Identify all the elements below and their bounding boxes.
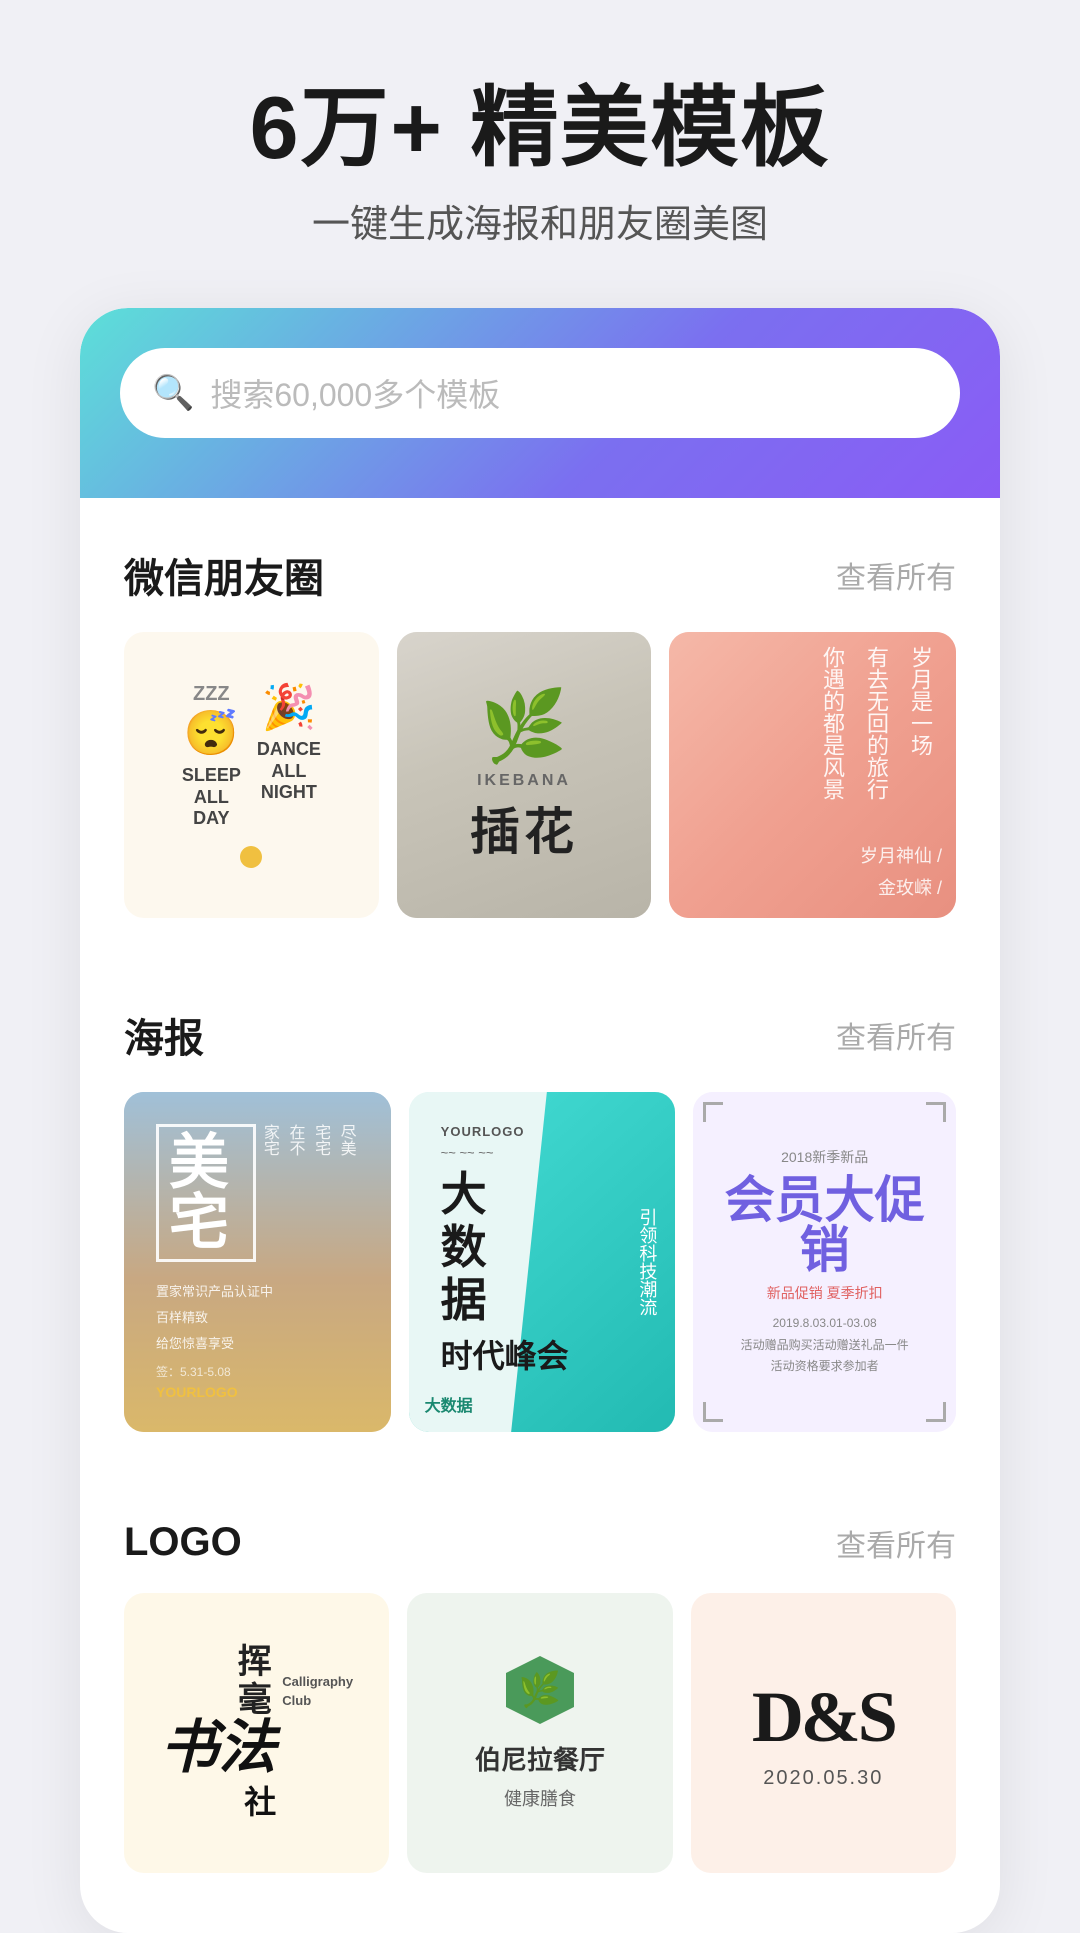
poster-view-all[interactable]: 查看所有 bbox=[836, 1013, 956, 1057]
wechat-card-ikebana[interactable]: 🌿 IKEBANA 插花 bbox=[397, 632, 652, 919]
restaurant-hex-logo: 🌿 bbox=[506, 1656, 574, 1724]
bigdata-top-text: ~~ ~~ ~~ bbox=[441, 1145, 644, 1160]
wechat-title: 微信朋友圈 bbox=[124, 546, 324, 604]
poetry-author: 岁月神仙 /金玫嵘 / bbox=[683, 840, 942, 905]
restaurant-leaf-emoji: 🌿 bbox=[519, 1670, 561, 1710]
ikebana-plant-emoji: 🌿 bbox=[480, 686, 567, 768]
meizhai-bottom-text: 置家常识产品认证中 百样精致 给您惊喜享受 bbox=[156, 1279, 359, 1357]
ikebana-zh-label: 插花 bbox=[470, 792, 578, 864]
logo-section: LOGO 查看所有 挥毫 书法 社 CalligraphyClub bbox=[80, 1472, 1000, 1893]
logo-section-header: LOGO 查看所有 bbox=[124, 1520, 956, 1565]
zzz-text: zzz bbox=[193, 682, 230, 706]
poster-card-meizhai[interactable]: 美宅 尽美宅宅在不家宅 置家常识产品认证中 百样精致 给您惊喜享受 签：5.31… bbox=[124, 1092, 391, 1432]
logo-title: LOGO bbox=[124, 1520, 242, 1565]
promotion-dates: 2019.8.03.01-03.08 活动赠品购买活动赠送礼品一件 活动资格要求… bbox=[741, 1313, 909, 1378]
ds-main-text: D&S bbox=[752, 1676, 895, 1759]
header-section: 6万+ 精美模板 一键生成海报和朋友圈美图 bbox=[250, 80, 831, 248]
calligraphy-stroke: 挥毫 bbox=[227, 1643, 276, 1719]
promotion-main: 会员大促销 bbox=[721, 1175, 928, 1275]
promotion-sub: 新品促销 夏季折扣 bbox=[767, 1283, 883, 1303]
headline: 6万+ 精美模板 bbox=[250, 80, 831, 177]
poetry-lines: 岁月是一场有去无回的旅行你遇的都是风景 bbox=[683, 646, 942, 840]
bigdata-main-title: 大数据 bbox=[441, 1168, 644, 1327]
sleep-col: zzz 😴 SLEEPALLDAY bbox=[182, 682, 241, 830]
meizhai-logo: YOURLOGO bbox=[156, 1384, 359, 1400]
poster-card-promotion[interactable]: 2018新季新品 会员大促销 新品促销 夏季折扣 2019.8.03.01-03… bbox=[693, 1092, 956, 1432]
sleep-emoji: 😴 bbox=[184, 708, 239, 761]
wechat-section: 微信朋友圈 查看所有 zzz 😴 SLEEPALLDAY 🎉 DANCEA bbox=[80, 498, 1000, 939]
dance-label: DANCEALLNIGHT bbox=[257, 739, 321, 804]
ikebana-photo-bg: 🌿 IKEBANA 插花 bbox=[397, 632, 652, 919]
promotion-year: 2018新季新品 bbox=[781, 1147, 868, 1167]
ikebana-en-label: IKEBANA bbox=[477, 772, 571, 790]
poster-template-grid: 美宅 尽美宅宅在不家宅 置家常识产品认证中 百样精致 给您惊喜享受 签：5.31… bbox=[124, 1092, 956, 1432]
poster-card-bigdata[interactable]: YOURLOGO ~~ ~~ ~~ 大数据 时代峰会 引领科技潮流 大数据 bbox=[409, 1092, 676, 1432]
logo-card-restaurant[interactable]: 🌿 伯尼拉餐厅 健康膳食 bbox=[407, 1593, 672, 1873]
poster-section-header: 海报 查看所有 bbox=[124, 1006, 956, 1064]
dance-emoji: 🎉 bbox=[261, 682, 316, 735]
wechat-card-sleep-dance[interactable]: zzz 😴 SLEEPALLDAY 🎉 DANCEALLNIGHT bbox=[124, 632, 379, 919]
logo-card-ds[interactable]: D&S 2020.05.30 bbox=[691, 1593, 956, 1873]
meizhai-side-text: 尽美宅宅在不家宅 bbox=[256, 1124, 358, 1156]
bigdata-content: YOURLOGO ~~ ~~ ~~ 大数据 时代峰会 bbox=[425, 1108, 660, 1416]
wechat-view-all[interactable]: 查看所有 bbox=[836, 553, 956, 597]
logo-card-calligraphy[interactable]: 挥毫 书法 社 CalligraphyClub bbox=[124, 1593, 389, 1873]
bigdata-summit: 时代峰会 bbox=[441, 1331, 644, 1377]
search-header: 🔍 搜索60,000多个模板 bbox=[80, 308, 1000, 498]
bigdata-right-text: 引领科技潮流 bbox=[633, 1208, 662, 1316]
meizhai-title-box: 美宅 bbox=[156, 1124, 256, 1262]
poetry-content: 岁月是一场有去无回的旅行你遇的都是风景 岁月神仙 /金玫嵘 / bbox=[669, 632, 956, 919]
dance-col: 🎉 DANCEALLNIGHT bbox=[257, 682, 321, 804]
calligraphy-zh-big: 书法 bbox=[160, 1719, 276, 1777]
subheadline: 一键生成海报和朋友圈美图 bbox=[250, 193, 831, 248]
promotion-content: 2018新季新品 会员大促销 新品促销 夏季折扣 2019.8.03.01-03… bbox=[707, 1106, 942, 1418]
meizhai-date: 签：5.31-5.08 bbox=[156, 1363, 359, 1380]
calligraphy-main: 挥毫 书法 社 CalligraphyClub bbox=[160, 1643, 353, 1823]
dot-badge bbox=[240, 846, 262, 868]
sleep-label: SLEEPALLDAY bbox=[182, 765, 241, 830]
ikebana-photo: 🌿 IKEBANA 插花 bbox=[397, 632, 652, 919]
restaurant-name-sub: 健康膳食 bbox=[504, 1785, 576, 1811]
wechat-section-header: 微信朋友圈 查看所有 bbox=[124, 546, 956, 604]
search-icon: 🔍 bbox=[152, 373, 194, 413]
sleep-dance-row: zzz 😴 SLEEPALLDAY 🎉 DANCEALLNIGHT bbox=[182, 682, 321, 830]
bigdata-yourlogo: YOURLOGO bbox=[441, 1124, 644, 1139]
logo-template-grid: 挥毫 书法 社 CalligraphyClub 🌿 伯尼拉餐厅 bbox=[124, 1593, 956, 1873]
calligraphy-zh: 挥毫 书法 社 bbox=[160, 1643, 276, 1823]
poster-section: 海报 查看所有 美宅 尽美宅宅在不家宅 bbox=[80, 958, 1000, 1452]
meizhai-content: 美宅 尽美宅宅在不家宅 置家常识产品认证中 百样精致 给您惊喜享受 签：5.31… bbox=[140, 1108, 375, 1416]
poster-title: 海报 bbox=[124, 1006, 204, 1064]
ikebana-bg: 🌿 IKEBANA 插花 bbox=[397, 632, 652, 919]
main-card: 🔍 搜索60,000多个模板 微信朋友圈 查看所有 zzz 😴 SLEEPALL… bbox=[80, 308, 1000, 1933]
wechat-card-poetry[interactable]: 岁月是一场有去无回的旅行你遇的都是风景 岁月神仙 /金玫嵘 / bbox=[669, 632, 956, 919]
search-placeholder-text: 搜索60,000多个模板 bbox=[210, 370, 500, 416]
meizhai-top: 美宅 尽美宅宅在不家宅 bbox=[156, 1124, 359, 1262]
wechat-template-grid: zzz 😴 SLEEPALLDAY 🎉 DANCEALLNIGHT bbox=[124, 632, 956, 919]
bigdata-bottom: 大数据 bbox=[425, 1392, 473, 1416]
search-bar[interactable]: 🔍 搜索60,000多个模板 bbox=[120, 348, 960, 438]
calligraphy-zh-sub: 社 bbox=[244, 1777, 276, 1823]
meizhai-title: 美宅 bbox=[169, 1129, 229, 1256]
meizhai-bottom: 置家常识产品认证中 百样精致 给您惊喜享受 签：5.31-5.08 YOURLO… bbox=[156, 1279, 359, 1400]
restaurant-name-zh: 伯尼拉餐厅 bbox=[475, 1740, 605, 1777]
calligraphy-en-text: CalligraphyClub bbox=[282, 1673, 353, 1709]
ds-date-text: 2020.05.30 bbox=[763, 1767, 883, 1790]
calligraphy-en: CalligraphyClub bbox=[282, 1643, 353, 1709]
page-wrapper: 6万+ 精美模板 一键生成海报和朋友圈美图 🔍 搜索60,000多个模板 微信朋… bbox=[0, 0, 1080, 1933]
logo-view-all[interactable]: 查看所有 bbox=[836, 1521, 956, 1565]
